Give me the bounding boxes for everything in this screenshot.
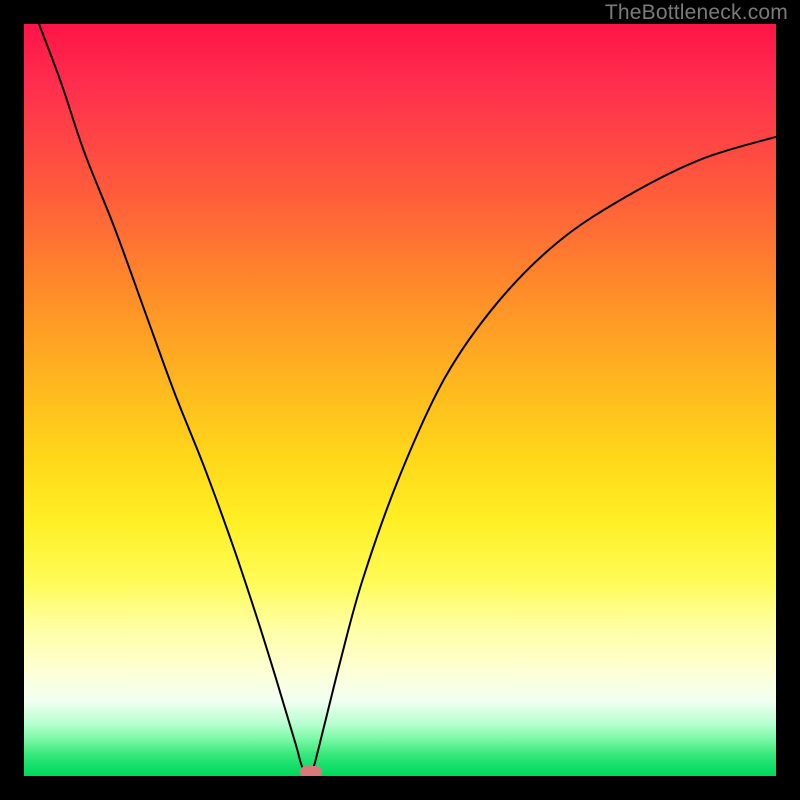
min-point-marker xyxy=(300,766,322,776)
bottleneck-curve xyxy=(24,24,776,776)
chart-area xyxy=(24,24,776,776)
watermark-label: TheBottleneck.com xyxy=(605,1,788,25)
